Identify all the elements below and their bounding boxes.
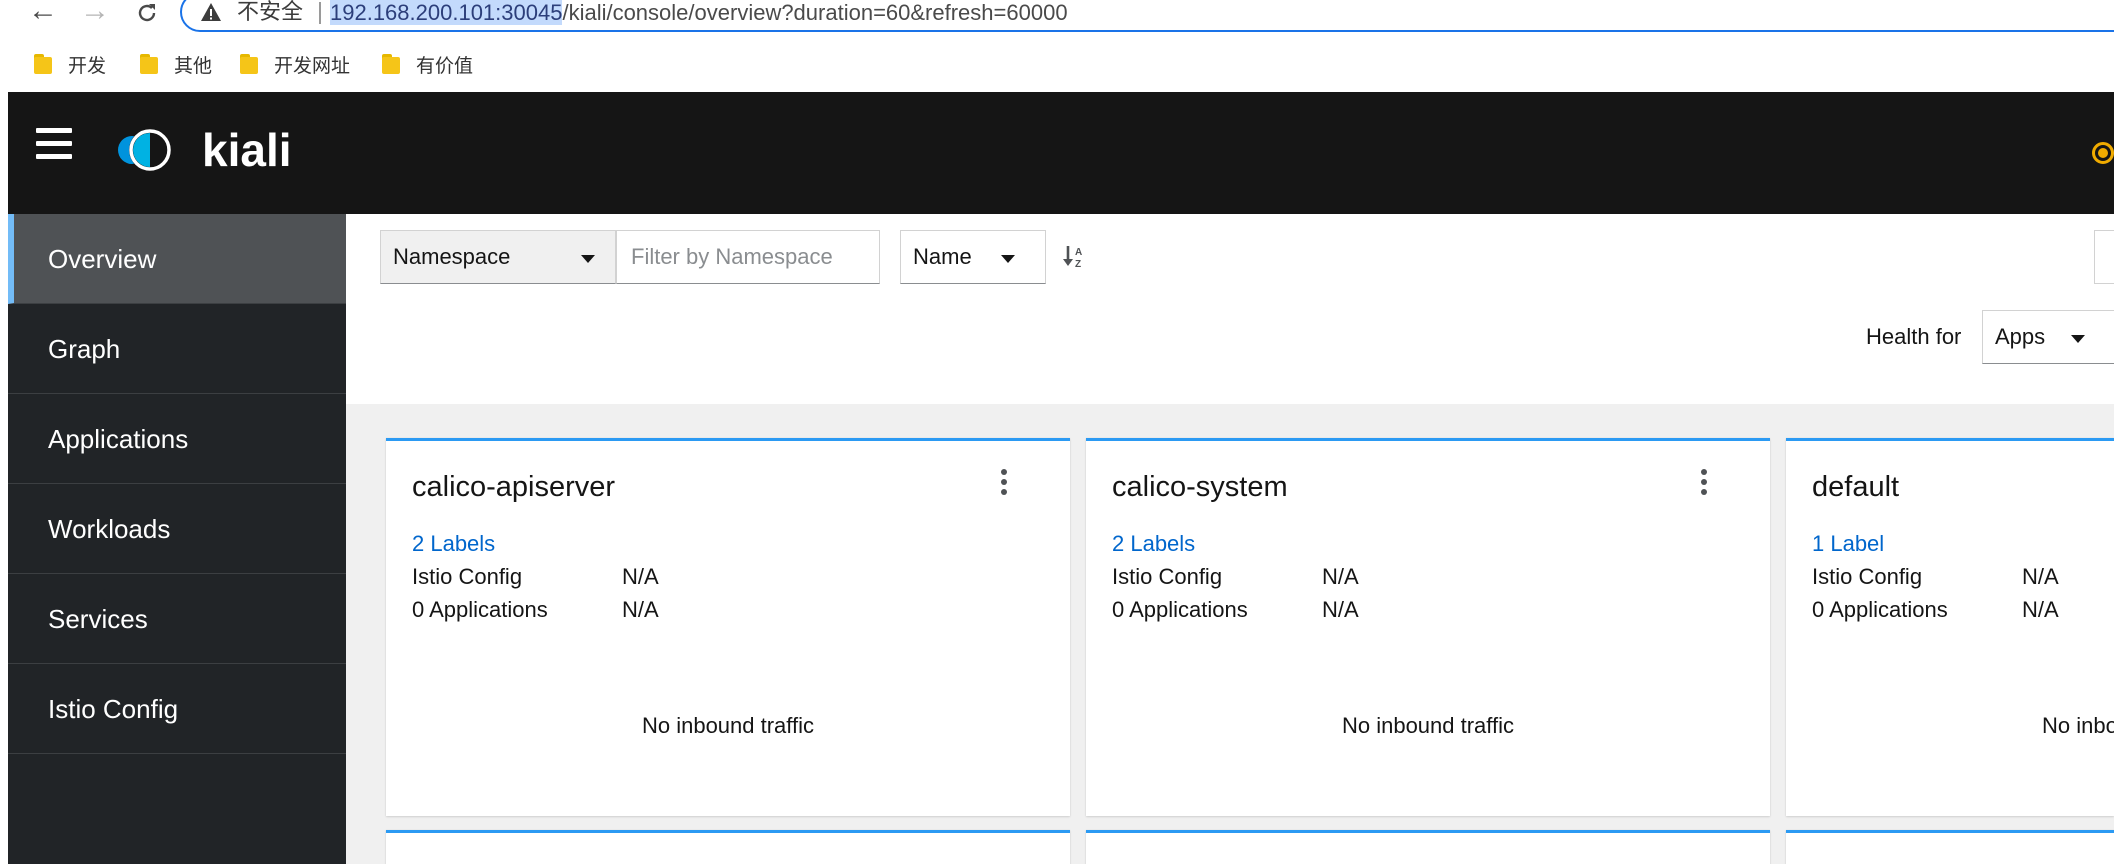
url-text[interactable]: 192.168.200.101:30045/kiali/console/over… [330,0,1068,26]
labels-link[interactable]: 2 Labels [1112,531,1195,557]
applications-label[interactable]: 0 Applications [412,597,548,622]
sidebar-item-overview[interactable]: Overview [8,214,346,304]
logo-text: kiali [202,126,292,176]
folder-icon [140,54,160,74]
sidebar-item-applications[interactable]: Applications [8,394,346,484]
sidebar-item-graph[interactable]: Graph [8,304,346,394]
url-separator [319,2,321,24]
sort-field-select[interactable]: Name [900,230,1046,284]
folder-icon [34,54,54,74]
url-path: /kiali/console/overview?duration=60&refr… [562,0,1068,25]
url-host: 192.168.200.101:30045 [330,0,563,25]
applications-value: N/A [1322,597,1359,622]
applications-row: 0 Applications N/A [412,597,659,623]
istio-config-row: Istio Config N/A [1812,564,2059,590]
svg-text:Z: Z [1075,259,1081,270]
namespace-title[interactable]: default [1812,471,1899,504]
sort-alpha-icon[interactable]: A Z [1062,244,1088,270]
bookmarks-bar: 开发 其他 开发网址 有价值 [0,44,2114,84]
bookmark-folder-other[interactable]: 其他 [140,50,212,78]
namespace-card: calico-apiserver 2 Labels Istio Config N… [386,438,1070,816]
applications-value: N/A [2022,597,2059,622]
istio-config-value: N/A [1322,564,1359,589]
main-content: Namespace Name A Z Health for Apps calic… [346,214,2114,864]
masthead: kiali [8,92,2114,214]
sidebar-item-label: Overview [48,244,157,274]
labels-link[interactable]: 2 Labels [412,531,495,557]
folder-icon [240,54,260,74]
bookmark-label: 开发 [68,54,107,77]
traffic-status: No inbound traffic [641,713,815,738]
applications-value: N/A [622,597,659,622]
status-indicator-icon[interactable] [2092,142,2114,164]
istio-config-label: Istio Config [1112,564,1223,589]
bookmark-label: 有价值 [416,54,474,77]
caret-down-icon [1001,255,1015,263]
window-edge [0,92,8,864]
kiali-logo[interactable]: kiali [110,126,300,182]
truncated-control[interactable] [2094,230,2114,284]
namespace-title[interactable]: calico-apiserver [412,471,615,504]
sort-field-value: Name [913,244,972,269]
bookmark-label: 其他 [174,54,213,77]
caret-down-icon [581,255,595,263]
health-type-value: Apps [1995,324,2046,349]
sidebar-item-workloads[interactable]: Workloads [8,484,346,574]
namespace-card-partial [386,830,1070,864]
bookmark-label: 开发网址 [274,54,351,77]
sidebar-item-label: Services [48,604,148,634]
applications-label[interactable]: 0 Applications [1812,597,1948,622]
labels-link[interactable]: 1 Label [1812,531,1884,557]
reload-icon[interactable] [132,0,162,26]
applications-row: 0 Applications N/A [1112,597,1359,623]
applications-label[interactable]: 0 Applications [1112,597,1248,622]
namespace-card-partial [1086,830,1770,864]
sidebar-item-label: Workloads [48,514,171,544]
back-arrow-icon[interactable]: ← [28,0,58,26]
istio-config-value: N/A [622,564,659,589]
caret-down-icon [2071,335,2085,343]
filter-type-select[interactable]: Namespace [380,230,616,284]
bookmark-folder-valuable[interactable]: 有价值 [382,50,473,78]
sidebar-item-services[interactable]: Services [8,574,346,664]
filter-type-value: Namespace [393,244,511,269]
filter-toolbar: Namespace Name A Z Health for Apps [346,214,2114,404]
health-for-label: Health for [1866,324,1962,349]
istio-config-label: Istio Config [1812,564,1923,589]
kebab-menu-icon[interactable] [1700,469,1708,495]
sidebar-item-istio-config[interactable]: Istio Config [8,664,346,754]
browser-address-bar: ← → 不安全 192.168.200.101:30045/kiali/cons… [0,0,2114,32]
applications-row: 0 Applications N/A [1812,597,2059,623]
traffic-status: No inbound traffic [2041,713,2114,738]
namespace-card-partial [1786,830,2114,864]
namespace-title[interactable]: calico-system [1112,471,1288,504]
sidebar-item-label: Graph [48,334,121,364]
istio-config-label: Istio Config [412,564,523,589]
health-type-select[interactable]: Apps [1982,310,2114,364]
folder-icon [382,54,402,74]
sidebar: Overview Graph Applications Workloads Se… [8,214,346,864]
namespace-card: calico-system 2 Labels Istio Config N/A … [1086,438,1770,816]
istio-config-value: N/A [2022,564,2059,589]
svg-text:A: A [1075,247,1082,258]
sidebar-item-label: Istio Config [48,694,179,724]
istio-config-row: Istio Config N/A [1112,564,1359,590]
bookmark-folder-dev-sites[interactable]: 开发网址 [240,50,350,78]
forward-arrow-icon[interactable]: → [80,0,110,26]
traffic-status: No inbound traffic [1341,713,1515,738]
namespace-card: default 1 Label Istio Config N/A 0 Appli… [1786,438,2114,816]
bookmark-folder-dev[interactable]: 开发 [34,50,106,78]
hamburger-menu-icon[interactable] [36,128,72,160]
istio-config-row: Istio Config N/A [412,564,659,590]
insecure-label: 不安全 [237,0,304,25]
namespace-filter-input[interactable] [616,230,880,284]
warning-icon[interactable] [200,2,222,22]
sidebar-item-label: Applications [48,424,189,454]
kebab-menu-icon[interactable] [1000,469,1008,495]
